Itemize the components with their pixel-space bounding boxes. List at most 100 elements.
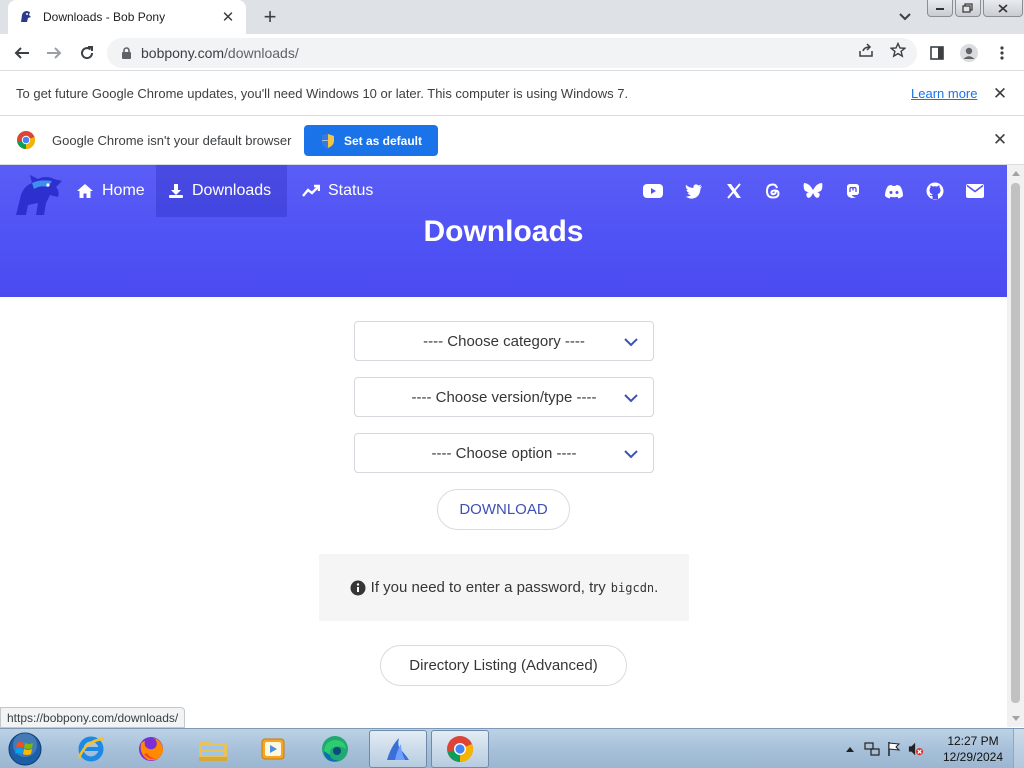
taskbar-firefox[interactable] <box>122 730 180 768</box>
youtube-icon[interactable] <box>643 181 663 201</box>
forward-arrow-icon[interactable] <box>41 40 67 66</box>
page-scrollbar[interactable] <box>1007 165 1024 727</box>
lock-icon[interactable] <box>119 46 133 60</box>
nav-home[interactable]: Home <box>64 165 157 217</box>
nav-downloads[interactable]: Downloads <box>156 165 287 217</box>
discord-icon[interactable] <box>884 181 904 201</box>
profile-icon[interactable] <box>959 43 979 63</box>
trend-icon <box>302 184 320 197</box>
bobpony-logo-icon[interactable] <box>12 169 64 217</box>
action-center-flag-icon[interactable] <box>886 741 902 757</box>
taskbar-edge[interactable] <box>306 730 364 768</box>
tray-expand-arrow-icon[interactable] <box>842 741 858 757</box>
show-desktop-button[interactable] <box>1013 729 1024 768</box>
restore-icon[interactable] <box>955 0 981 17</box>
taskbar-file-explorer[interactable] <box>184 730 242 768</box>
side-panel-icon[interactable] <box>927 43 947 63</box>
site-navbar: Home Downloads Status <box>0 165 1007 217</box>
media-player-icon <box>261 738 285 760</box>
tab-search-chevron-icon[interactable] <box>896 8 914 26</box>
bluesky-icon[interactable] <box>803 181 823 201</box>
password-code: bigcdn <box>610 580 655 595</box>
option-select[interactable]: ---- Choose option ---- <box>354 433 654 473</box>
update-infobar-text: To get future Google Chrome updates, you… <box>16 86 629 101</box>
edge-icon <box>322 736 348 762</box>
nav-status[interactable]: Status <box>290 165 385 217</box>
default-browser-text: Google Chrome isn't your default browser <box>52 132 292 148</box>
download-icon <box>169 184 183 198</box>
default-browser-infobar: Google Chrome isn't your default browser… <box>0 116 1024 165</box>
firefox-icon <box>139 737 163 761</box>
window-close-icon[interactable] <box>983 0 1023 17</box>
scrollbar-thumb[interactable] <box>1011 183 1020 703</box>
taskbar-media-player[interactable] <box>244 730 302 768</box>
download-button[interactable]: DOWNLOAD <box>437 489 570 530</box>
browser-toolbar: bobpony.com/downloads/ <box>0 34 1024 71</box>
clock-time: 12:27 PM <box>947 734 999 748</box>
bobpony-favicon-icon <box>18 9 34 25</box>
chevron-down-icon <box>624 338 638 347</box>
uac-shield-icon <box>321 133 334 148</box>
link-status-bar: https://bobpony.com/downloads/ <box>0 707 186 728</box>
share-icon[interactable] <box>857 41 875 59</box>
star-icon[interactable] <box>889 41 907 59</box>
taskbar-chrome[interactable] <box>431 730 489 768</box>
minimize-icon[interactable] <box>927 0 953 17</box>
url-domain: bobpony.com <box>141 45 225 61</box>
menu-icon[interactable] <box>992 43 1012 63</box>
scroll-down-arrow-icon[interactable] <box>1007 710 1024 727</box>
category-select[interactable]: ---- Choose category ---- <box>354 321 654 361</box>
nav-home-label: Home <box>102 182 145 199</box>
nav-downloads-label: Downloads <box>192 182 272 199</box>
learn-more-link[interactable]: Learn more <box>911 86 977 101</box>
url-path: /downloads/ <box>224 45 299 61</box>
password-notice: If you need to enter a password, try big… <box>319 554 689 621</box>
chrome-logo-icon <box>17 131 36 150</box>
volume-muted-icon[interactable] <box>908 741 924 757</box>
version-select-value: ---- Choose version/type ---- <box>411 388 597 406</box>
taskbar-blue-bird-app[interactable] <box>369 730 427 768</box>
folder-icon <box>199 741 227 761</box>
category-select-value: ---- Choose category ---- <box>423 332 585 350</box>
version-select[interactable]: ---- Choose version/type ---- <box>354 377 654 417</box>
back-arrow-icon[interactable] <box>9 40 35 66</box>
set-as-default-label: Set as default <box>343 133 423 148</box>
github-icon[interactable] <box>925 181 945 201</box>
system-tray <box>842 729 924 768</box>
address-bar[interactable]: bobpony.com/downloads/ <box>107 38 917 68</box>
hero-banner: Home Downloads Status Downloads <box>0 165 1007 297</box>
taskbar-internet-explorer[interactable] <box>62 730 120 768</box>
option-select-value: ---- Choose option ---- <box>431 444 577 462</box>
mastodon-icon[interactable] <box>843 181 863 201</box>
update-infobar-close-icon[interactable]: ✕ <box>991 84 1009 103</box>
browser-titlebar: Downloads - Bob Pony ✕ + <box>0 0 1024 34</box>
password-notice-text: If you need to enter a password, try <box>370 579 606 596</box>
webpage: Home Downloads Status Downloads ---- Cho… <box>0 165 1007 727</box>
network-icon[interactable] <box>864 741 880 757</box>
twitter-icon[interactable] <box>684 181 704 201</box>
set-as-default-button[interactable]: Set as default <box>304 125 438 156</box>
nav-status-label: Status <box>328 182 374 199</box>
info-circle-icon <box>350 580 366 595</box>
chevron-down-icon <box>624 394 638 403</box>
window-controls <box>927 0 1023 18</box>
threads-icon[interactable] <box>763 181 783 201</box>
update-infobar: To get future Google Chrome updates, you… <box>0 72 1024 116</box>
browser-tab[interactable]: Downloads - Bob Pony ✕ <box>8 0 246 34</box>
start-button[interactable] <box>4 730 46 768</box>
password-notice-suffix: . <box>654 579 659 596</box>
reload-icon[interactable] <box>74 40 100 66</box>
clock-date: 12/29/2024 <box>942 750 1004 764</box>
tab-title: Downloads - Bob Pony <box>43 10 166 24</box>
home-icon <box>77 184 93 198</box>
default-infobar-close-icon[interactable]: ✕ <box>991 130 1009 149</box>
x-icon[interactable] <box>724 181 744 201</box>
blue-bird-app-icon <box>387 738 409 760</box>
email-icon[interactable] <box>965 181 985 201</box>
taskbar-clock[interactable]: 12:27 PM 12/29/2024 <box>937 733 1009 765</box>
new-tab-plus-icon[interactable]: + <box>258 4 282 29</box>
chevron-down-icon <box>624 450 638 459</box>
tab-close-icon[interactable]: ✕ <box>220 9 236 26</box>
scroll-up-arrow-icon[interactable] <box>1007 165 1024 182</box>
directory-listing-button[interactable]: Directory Listing (Advanced) <box>380 645 627 686</box>
